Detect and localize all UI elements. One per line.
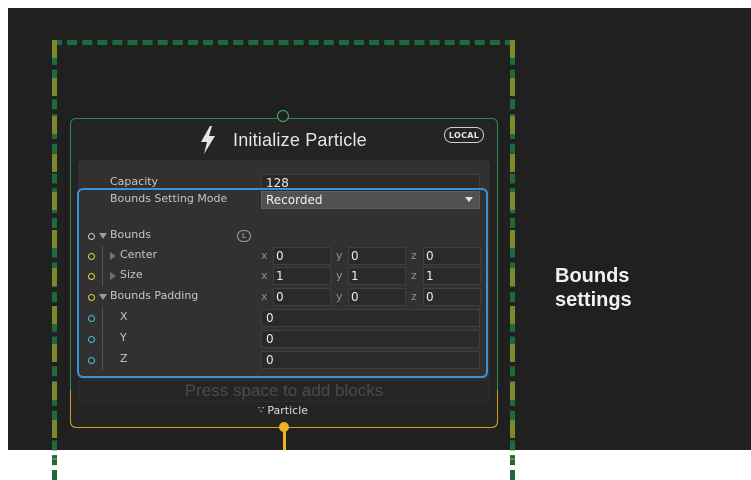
node-title: Initialize Particle <box>233 129 367 150</box>
space-toggle-badge[interactable]: LOCAL <box>444 127 484 143</box>
bounds-settings-highlight <box>77 188 488 378</box>
particle-context: ∵ Particle <box>258 404 308 417</box>
flow-input-port[interactable] <box>277 110 289 122</box>
system-group-border-left <box>52 40 57 460</box>
caption-line-2: settings <box>555 289 632 311</box>
bounds-settings-caption: Bounds settings <box>555 264 632 312</box>
capacity-label: Capacity <box>110 175 159 188</box>
particle-context-label: Particle <box>267 404 309 417</box>
system-group-border-right <box>510 40 515 460</box>
lightning-icon <box>201 126 215 154</box>
caption-line-1: Bounds <box>555 265 630 287</box>
flow-output-edge <box>283 430 286 450</box>
particle-icon: ∵ <box>258 405 264 416</box>
add-blocks-hint[interactable]: Press space to add blocks <box>78 380 490 402</box>
node-header[interactable]: Initialize Particle <box>199 124 367 156</box>
